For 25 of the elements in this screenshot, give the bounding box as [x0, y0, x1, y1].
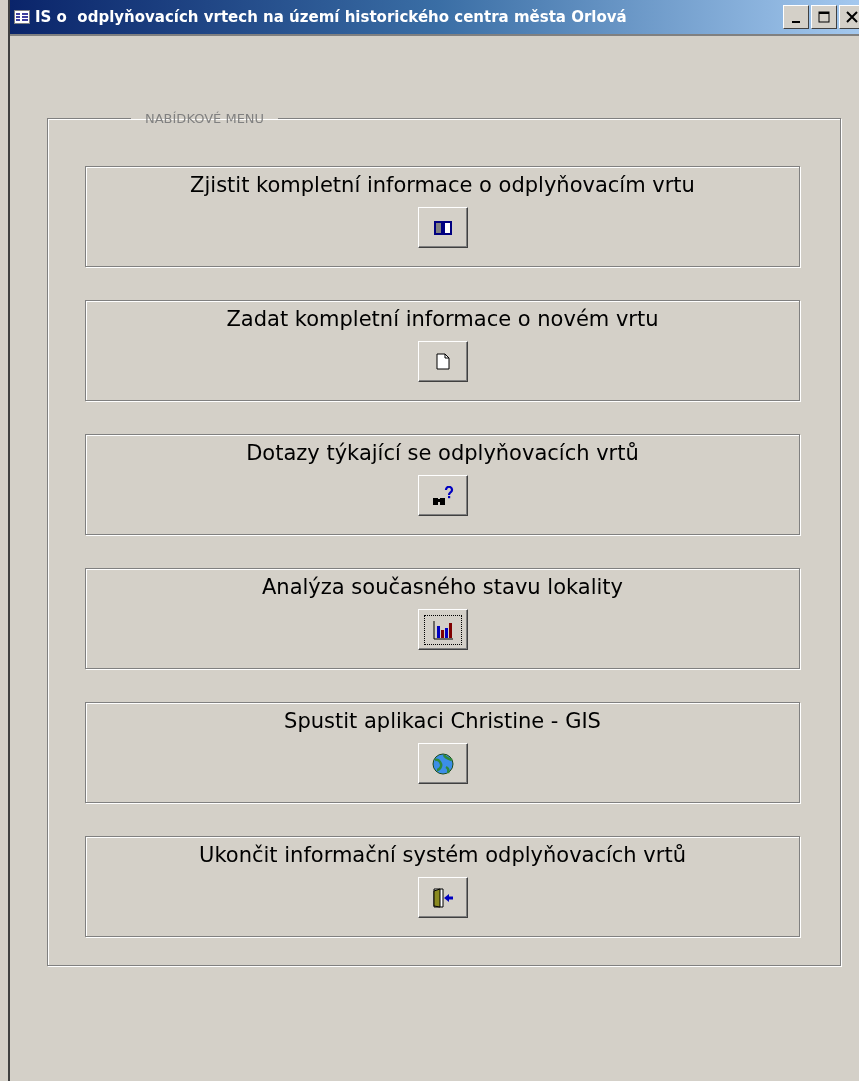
menu-button[interactable] — [417, 341, 468, 382]
window-title: IS o odplyňovacích vrtech na území historického centra města Orlová — [35, 8, 628, 26]
form-icon — [14, 10, 30, 24]
globe-icon — [431, 752, 454, 775]
maximize-button[interactable] — [811, 5, 837, 29]
menu-button[interactable] — [417, 207, 468, 248]
menu-label: Spustit aplikaci Christine - GIS — [284, 709, 601, 733]
document-icon — [435, 353, 450, 370]
bar-chart-icon — [431, 619, 454, 640]
close-button[interactable] — [839, 5, 859, 29]
menu-label: Zjistit kompletní informace o odplyňovacím vrtu — [190, 173, 695, 197]
menu-button[interactable] — [417, 877, 468, 918]
menu-label: Ukončit informační systém odplyňovacích vrtů — [199, 843, 686, 867]
menu-label: Dotazy týkající se odplyňovacích vrtů — [246, 441, 639, 465]
maximize-icon — [818, 11, 830, 23]
close-icon — [846, 11, 858, 23]
minimize-icon — [792, 21, 800, 23]
menu-button[interactable] — [417, 743, 468, 784]
menu-label: Analýza současného stavu lokality — [262, 575, 623, 599]
menu-button[interactable] — [417, 609, 468, 650]
menu-label: Zadat kompletní informace o novém vrtu — [226, 307, 659, 331]
menu-button[interactable] — [417, 475, 468, 516]
minimize-button[interactable] — [783, 5, 809, 29]
exit-door-icon — [431, 887, 454, 908]
group-legend: NABÍDKOVÉ MENU — [131, 111, 279, 126]
